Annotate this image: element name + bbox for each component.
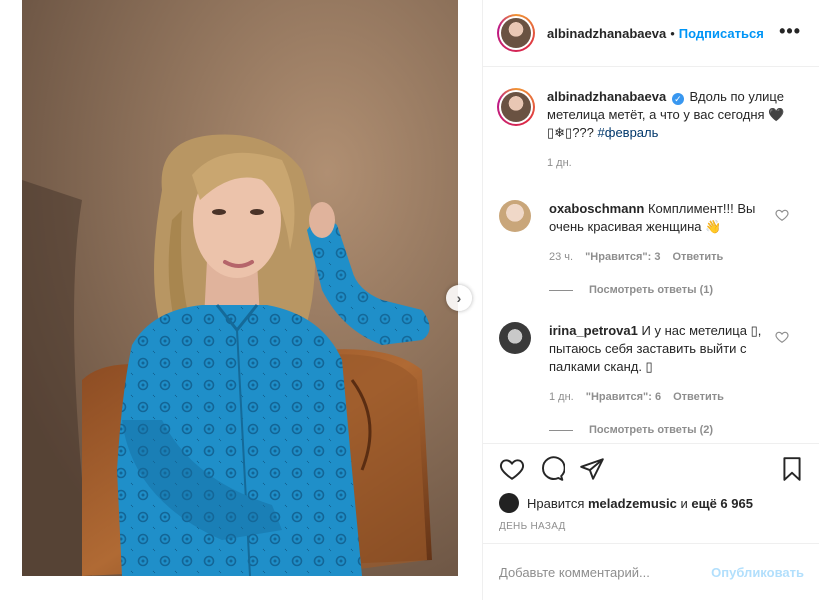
post-actions: Нравится meladzemusic и ещё 6 965 ДЕНЬ Н… xyxy=(483,443,819,543)
more-horizontal-icon[interactable]: ••• xyxy=(779,22,801,40)
likes-prefix: Нравится xyxy=(527,495,585,511)
caption-username[interactable]: albinadzhanabaeva xyxy=(547,89,666,104)
caption-text: albinadzhanabaeva ✓ Вдоль по улице метел… xyxy=(547,88,787,172)
comment-meta: 1 дн. "Нравится": 6 Ответить xyxy=(549,391,724,403)
heart-outline-icon[interactable] xyxy=(775,330,789,344)
follow-button[interactable]: Подписаться xyxy=(679,26,764,41)
comment-body: irina_petrova1 И у нас метелица ▯, пытаю… xyxy=(549,322,769,376)
chevron-right-icon: › xyxy=(456,290,462,306)
comment-item: oxaboschmann Комплимент!!! Вы очень крас… xyxy=(499,200,799,236)
likes-and: и xyxy=(680,495,688,511)
like-heart-icon[interactable] xyxy=(499,456,525,482)
post-photo[interactable] xyxy=(22,0,458,576)
next-photo-button[interactable]: › xyxy=(446,285,472,311)
author-username[interactable]: albinadzhanabaeva xyxy=(547,26,666,41)
liker-avatar[interactable] xyxy=(499,493,519,513)
view-replies-label[interactable]: Посмотреть ответы (1) xyxy=(589,284,713,296)
view-replies[interactable]: Посмотреть ответы (1) xyxy=(549,284,713,296)
likes-summary: Нравится meladzemusic и ещё 6 965 xyxy=(499,493,753,513)
photo-illustration xyxy=(22,0,458,576)
comment-item: irina_petrova1 И у нас метелица ▯, пытаю… xyxy=(499,322,799,376)
add-comment-bar: Опубликовать xyxy=(483,543,819,600)
replies-divider xyxy=(549,289,573,291)
caption-time[interactable]: 1 дн. xyxy=(547,154,787,172)
avatar-image xyxy=(501,18,531,48)
comment-bubble-icon[interactable] xyxy=(539,456,565,482)
post-sidebar: albinadzhanabaeva • Подписаться ••• albi… xyxy=(482,0,819,600)
comment-likes[interactable]: "Нравится": 3 xyxy=(585,251,660,263)
reply-button[interactable]: Ответить xyxy=(673,391,724,403)
publish-button[interactable]: Опубликовать xyxy=(711,565,804,580)
comment-username[interactable]: irina_petrova1 xyxy=(549,323,638,338)
bookmark-icon[interactable] xyxy=(779,456,805,482)
likes-count[interactable]: ещё 6 965 xyxy=(691,496,753,511)
separator-dot: • xyxy=(670,25,675,41)
reply-button[interactable]: Ответить xyxy=(672,251,723,263)
comment-likes[interactable]: "Нравится": 6 xyxy=(586,391,661,403)
post-caption: albinadzhanabaeva ✓ Вдоль по улице метел… xyxy=(497,88,807,172)
hashtag-link[interactable]: #февраль xyxy=(598,125,659,140)
comment-time[interactable]: 1 дн. xyxy=(549,391,574,403)
post-header: albinadzhanabaeva • Подписаться ••• xyxy=(483,0,819,67)
replies-divider xyxy=(549,429,573,431)
commenter-avatar[interactable] xyxy=(499,322,531,354)
comment-time[interactable]: 23 ч. xyxy=(549,251,573,263)
view-replies[interactable]: Посмотреть ответы (2) xyxy=(549,424,713,436)
verified-badge-icon: ✓ xyxy=(671,93,684,105)
share-paper-plane-icon[interactable] xyxy=(579,456,605,482)
liker-username[interactable]: meladzemusic xyxy=(588,496,677,511)
comment-username[interactable]: oxaboschmann xyxy=(549,201,644,216)
author-avatar[interactable] xyxy=(497,14,535,52)
avatar-image xyxy=(501,92,531,122)
comment-input[interactable] xyxy=(499,564,699,580)
commenter-avatar[interactable] xyxy=(499,200,531,232)
heart-outline-icon[interactable] xyxy=(775,208,789,222)
caption-avatar[interactable] xyxy=(497,88,535,126)
post-date[interactable]: ДЕНЬ НАЗАД xyxy=(499,521,566,532)
comment-meta: 23 ч. "Нравится": 3 Ответить xyxy=(549,251,723,263)
comment-body: oxaboschmann Комплимент!!! Вы очень крас… xyxy=(549,200,769,236)
view-replies-label[interactable]: Посмотреть ответы (2) xyxy=(589,424,713,436)
